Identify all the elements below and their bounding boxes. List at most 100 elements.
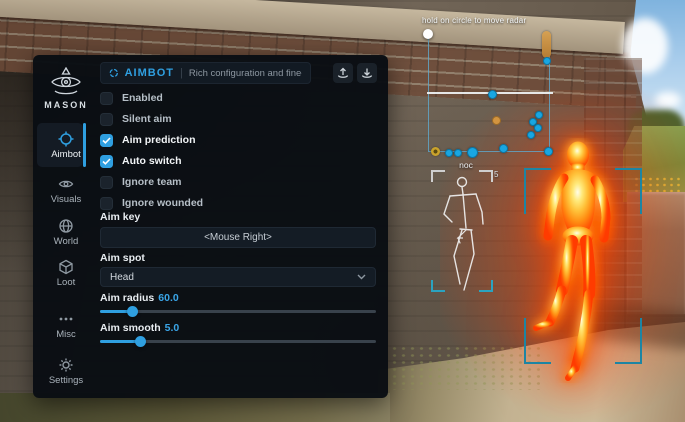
brand-logo: MASON (33, 67, 99, 110)
cube-icon (58, 259, 74, 275)
cheat-menu-panel: MASON Aimbot Visuals World (33, 55, 388, 398)
sidebar-item-world[interactable]: World (33, 218, 99, 247)
aim-key-value: <Mouse Right> (204, 232, 272, 243)
upload-config-button[interactable] (333, 63, 353, 83)
radar-drag-handle[interactable] (423, 29, 433, 39)
toggle-label: Ignore team (122, 176, 182, 188)
toggle-ignore-wounded[interactable]: Ignore wounded (100, 196, 203, 210)
sidebar-item-label: Settings (33, 375, 99, 386)
skeleton-esp (436, 172, 492, 300)
aim-spot-value: Head (110, 272, 134, 283)
sidebar: MASON Aimbot Visuals World (33, 55, 99, 398)
sidebar-item-visuals[interactable]: Visuals (33, 176, 99, 205)
aim-radius-slider[interactable] (100, 305, 376, 317)
checkbox[interactable] (100, 113, 113, 126)
toggle-ignore-team[interactable]: Ignore team (100, 175, 182, 189)
bracket-corner (615, 168, 642, 214)
radar-dot-blue (454, 149, 462, 157)
radar: hold on circle to move radar (424, 30, 556, 156)
sidebar-item-label: Aimbot (33, 149, 99, 160)
active-item-accent-bar (83, 123, 86, 167)
toggle-silent-aim[interactable]: Silent aim (100, 112, 172, 126)
toggle-label: Aim prediction (122, 134, 196, 146)
checkbox[interactable] (100, 92, 113, 105)
eye-icon (58, 176, 74, 192)
bracket-corner (615, 318, 642, 364)
toggle-enabled[interactable]: Enabled (100, 91, 163, 105)
aim-key-label: Aim key (100, 211, 140, 223)
sidebar-item-label: World (33, 236, 99, 247)
radar-dot-blue (445, 149, 453, 157)
player-esp-bracket (524, 168, 642, 364)
radar-hint-text: hold on circle to move radar (422, 16, 582, 25)
aim-smooth-value: 5.0 (165, 322, 180, 334)
sidebar-item-label: Visuals (33, 194, 99, 205)
checkbox[interactable] (100, 197, 113, 210)
bracket-corner (524, 168, 551, 214)
radar-dot-orange (492, 116, 501, 125)
crosshair-icon (58, 131, 74, 147)
radar-dot-blue (544, 147, 553, 156)
toggle-label: Ignore wounded (122, 197, 203, 209)
cloud (655, 92, 681, 108)
toggle-label: Auto switch (122, 155, 182, 167)
aim-spot-label: Aim spot (100, 252, 145, 264)
upload-icon (337, 67, 349, 79)
aim-smooth-label-text: Aim smooth (100, 322, 161, 334)
aim-key-button[interactable]: <Mouse Right> (100, 227, 376, 248)
aim-smooth-label: Aim smooth 5.0 (100, 322, 179, 334)
toggle-label: Enabled (122, 92, 163, 104)
checkbox[interactable] (100, 134, 113, 147)
slider-knob[interactable] (127, 306, 138, 317)
sidebar-item-aimbot[interactable]: Aimbot (33, 131, 99, 160)
radar-dot-blue (534, 124, 542, 132)
sidebar-item-label: Loot (33, 277, 99, 288)
header-separator: | (180, 67, 183, 79)
checkbox[interactable] (100, 176, 113, 189)
globe-icon (58, 218, 74, 234)
radar-dot-blue (499, 144, 508, 153)
moss-patches (390, 345, 540, 390)
gear-icon (58, 357, 74, 373)
mason-eye-logo-icon (48, 67, 84, 97)
aim-radius-value: 60.0 (158, 292, 178, 304)
slider-fill (100, 340, 140, 343)
aim-smooth-slider[interactable] (100, 335, 376, 347)
radar-dot-blue (488, 90, 497, 99)
check-icon (102, 137, 111, 144)
sidebar-item-settings[interactable]: Settings (33, 357, 99, 386)
section-title: AIMBOT (125, 67, 174, 79)
chevron-down-icon (357, 274, 366, 280)
toggle-aim-prediction[interactable]: Aim prediction (100, 133, 196, 147)
slider-knob[interactable] (135, 336, 146, 347)
radar-dot-yellow (431, 147, 440, 156)
sidebar-item-misc[interactable]: Misc (33, 311, 99, 340)
esp-distance: 5 (494, 170, 498, 179)
aim-radius-label: Aim radius 60.0 (100, 292, 179, 304)
radar-marker-capsule (542, 31, 551, 58)
radar-marker-dot (543, 57, 551, 65)
toggle-label: Silent aim (122, 113, 172, 125)
checkbox[interactable] (100, 155, 113, 168)
check-icon (102, 158, 111, 165)
toggle-auto-switch[interactable]: Auto switch (100, 154, 182, 168)
brand-name: MASON (33, 100, 99, 110)
aim-radius-label-text: Aim radius (100, 292, 154, 304)
download-config-button[interactable] (357, 63, 377, 83)
ellipsis-icon (58, 311, 74, 327)
radar-dot-blue (527, 131, 535, 139)
aim-spot-select[interactable]: Head (100, 267, 376, 287)
section-subtitle: Rich configuration and fine-tuning (189, 68, 302, 79)
menu-content: AIMBOT | Rich configuration and fine-tun… (100, 55, 376, 398)
esp-player-name: noc (436, 160, 496, 170)
download-icon (361, 67, 373, 79)
radar-dot-blue (535, 111, 543, 119)
bracket-corner (524, 318, 551, 364)
radar-dot-blue (467, 147, 478, 158)
sidebar-item-label: Misc (33, 329, 99, 340)
section-header: AIMBOT | Rich configuration and fine-tun… (100, 62, 311, 84)
game-screen: noc 5 hold on circle to move radar (0, 0, 685, 422)
aimbot-ring-icon (109, 67, 119, 79)
sidebar-item-loot[interactable]: Loot (33, 259, 99, 288)
slider-track[interactable] (100, 310, 376, 313)
